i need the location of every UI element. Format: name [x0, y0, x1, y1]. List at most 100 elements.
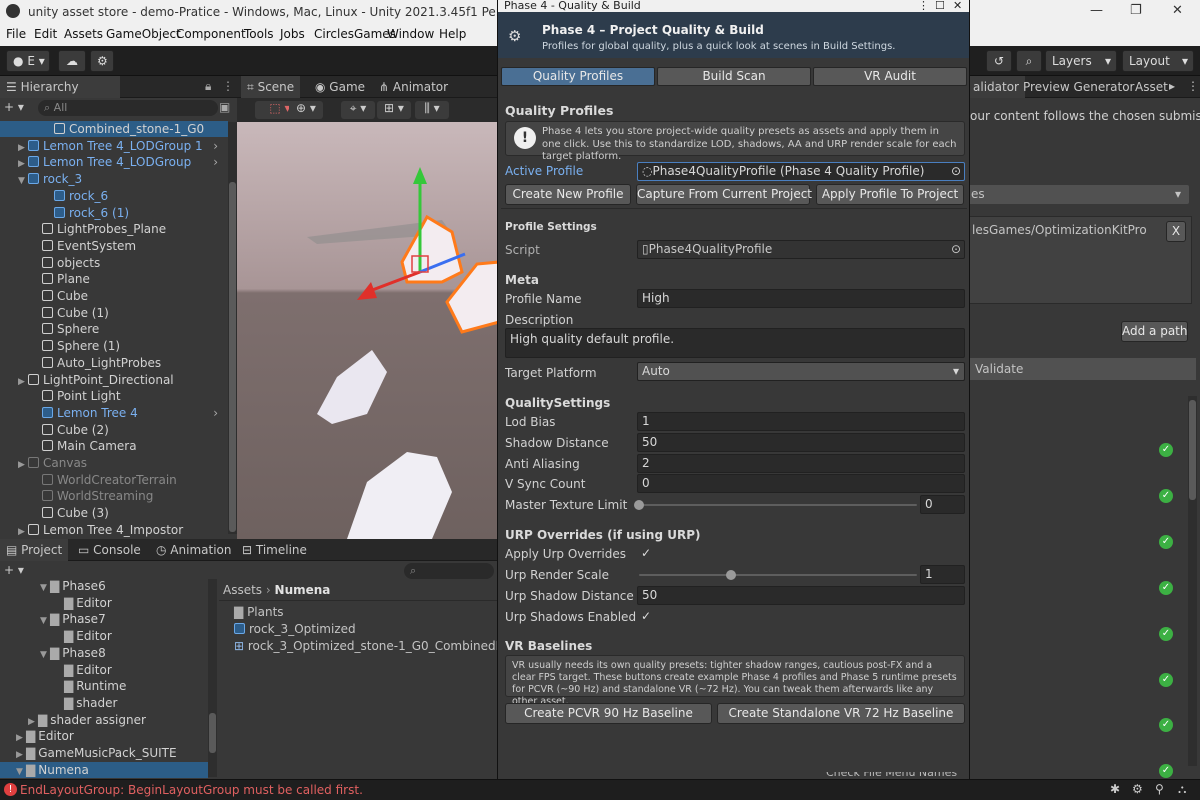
validate-button[interactable]: Validate [967, 358, 1196, 380]
tab-animator[interactable]: ⋔ Animator [373, 76, 454, 98]
scrollbar-thumb[interactable] [229, 182, 236, 532]
expanded-arrow-icon[interactable]: ▼ [18, 173, 28, 189]
validator-scrollbar[interactable] [1188, 396, 1197, 766]
menu-tools[interactable]: Tools [244, 27, 274, 41]
project-tree-item[interactable]: ▇ Editor [0, 595, 208, 611]
hierarchy-row[interactable]: Point Light [0, 388, 228, 404]
hierarchy-row[interactable]: ▶ Lemon Tree 4_LODGroup › [0, 154, 228, 170]
hierarchy-row[interactable]: Combined_stone-1_G0 [0, 121, 228, 137]
hierarchy-row[interactable]: Plane [0, 271, 228, 287]
add-icon[interactable]: + ▾ [4, 100, 24, 114]
category-dropdown[interactable]: es ▾ [967, 185, 1189, 204]
slider-knob[interactable] [634, 500, 644, 510]
master-texture-limit-slider[interactable] [634, 500, 917, 510]
hierarchy-row[interactable]: LightProbes_Plane [0, 221, 228, 237]
remove-path-button[interactable]: X [1166, 221, 1186, 242]
more-icon[interactable]: ⋮ [918, 0, 929, 12]
collab-icon[interactable]: ⚙ [90, 50, 114, 72]
create-pcvr-baseline-button[interactable]: Create PCVR 90 Hz Baseline [505, 703, 712, 724]
hierarchy-row[interactable]: rock_6 [0, 188, 228, 204]
hierarchy-row[interactable]: WorldStreaming [0, 488, 228, 504]
scrollbar-thumb[interactable] [209, 713, 216, 753]
collapsed-arrow-icon[interactable]: ▶ [18, 140, 28, 156]
profile-name-input[interactable]: High [637, 289, 965, 308]
layers-dropdown[interactable]: Layers ▾ [1045, 50, 1117, 72]
tab-scene[interactable]: ⌗ Scene [241, 76, 301, 98]
breadcrumb-numena[interactable]: Numena [275, 583, 331, 597]
hierarchy-row[interactable]: ▶ Lemon Tree 4_Impostor [0, 522, 228, 538]
apply-urp-checkbox[interactable]: ✓ [639, 546, 653, 560]
hierarchy-row[interactable]: EventSystem [0, 238, 228, 254]
account-button[interactable]: ● E ▾ [6, 50, 50, 72]
close-icon[interactable]: ✕ [953, 0, 962, 12]
collapsed-arrow-icon[interactable]: ▶ [18, 457, 28, 473]
hierarchy-row[interactable]: ▶ LightPoint_Directional [0, 372, 228, 388]
bug-icon[interactable]: ✱ [1110, 782, 1120, 796]
expand-arrow-icon[interactable]: ▼ [40, 647, 50, 663]
hierarchy-row[interactable]: ▶ Canvas [0, 455, 228, 471]
maximize-icon[interactable]: ❐ [1130, 3, 1142, 18]
project-search-input[interactable]: ⌕ [404, 563, 494, 579]
tab-asset[interactable]: Asset [1129, 76, 1174, 98]
slider-knob[interactable] [725, 570, 736, 580]
master-texture-limit-input[interactable]: 0 [920, 495, 965, 514]
create-new-profile-button[interactable]: Create New Profile [505, 184, 631, 205]
hierarchy-scrollbar[interactable] [228, 122, 237, 534]
project-tree-item[interactable]: ▇ Editor [0, 662, 208, 678]
target-platform-dropdown[interactable]: Auto ▾ [637, 362, 965, 381]
object-picker-icon[interactable]: ⊙ [951, 163, 961, 180]
expand-arrow-icon[interactable]: ▼ [40, 613, 50, 629]
file-combined-mesh[interactable]: ⊞ rock_3_Optimized_stone-1_G0_CombinedMe… [234, 639, 527, 653]
expand-arrow-icon[interactable]: ▼ [16, 764, 26, 780]
tab-build-scan[interactable]: Build Scan [657, 67, 811, 86]
menu-component[interactable]: Component [176, 27, 246, 41]
hierarchy-row[interactable]: ▼ rock_3 [0, 171, 228, 187]
search-icon[interactable]: ⌕ [1016, 50, 1042, 72]
hierarchy-row[interactable]: Auto_LightProbes [0, 355, 228, 371]
urp-render-scale-input[interactable]: 1 [920, 565, 965, 584]
more-icon[interactable]: ⋮ [222, 79, 234, 93]
tab-project[interactable]: ▤ Project [0, 539, 69, 561]
tab-hierarchy[interactable]: ☰ Hierarchy [0, 76, 120, 98]
maximize-icon[interactable]: ☐ [935, 0, 945, 12]
hierarchy-search-input[interactable]: ⌕ All [38, 100, 218, 116]
globe-icon[interactable]: ⊕ ▾ [289, 101, 323, 119]
project-tree-item[interactable]: ▶ ▇ shader assigner [0, 712, 208, 728]
pivot-icon[interactable]: ⌖ ▾ [341, 101, 375, 119]
chevron-right-icon[interactable]: › [213, 138, 218, 154]
apply-profile-button[interactable]: Apply Profile To Project [816, 184, 964, 205]
project-tree-item[interactable]: ▼ ▇ Phase6 [0, 578, 208, 594]
close-icon[interactable]: ✕ [1172, 3, 1183, 18]
shadow-distance-input[interactable]: 50 [637, 433, 965, 452]
tab-animation[interactable]: ◷ Animation [150, 539, 237, 561]
scene-filter-icon[interactable]: ▣ [219, 100, 230, 114]
menu-circlesgames[interactable]: CirclesGames [314, 27, 396, 41]
active-profile-field[interactable]: ◌Phase4QualityProfile (Phase 4 Quality P… [637, 162, 965, 181]
expand-arrow-icon[interactable]: ▶ [16, 730, 26, 746]
menu-edit[interactable]: Edit [34, 27, 57, 41]
urp-shadows-enabled-checkbox[interactable]: ✓ [639, 609, 653, 623]
project-tree-item[interactable]: ▼ ▇ Numena [0, 761, 208, 780]
menu-window[interactable]: Window [387, 27, 434, 41]
tab-console[interactable]: ▭ Console [72, 539, 147, 561]
breadcrumb-assets[interactable]: Assets [223, 583, 262, 597]
hierarchy-row[interactable]: WorldCreatorTerrain [0, 472, 228, 488]
expand-arrow-icon[interactable]: ▼ [40, 580, 50, 596]
menu-assets[interactable]: Assets [64, 27, 103, 41]
chevron-right-icon[interactable]: ▸ [1169, 79, 1175, 93]
file-rock-3-optimized[interactable]: rock_3_Optimized [234, 622, 356, 636]
layout-dropdown[interactable]: Layout ▾ [1122, 50, 1194, 72]
project-tree-item[interactable]: ▼ ▇ Phase8 [0, 645, 208, 661]
cloud-icon[interactable]: ☁ [58, 50, 86, 72]
file-plants[interactable]: ▇ Plants [234, 605, 284, 619]
hierarchy-row[interactable]: Cube (1) [0, 305, 228, 321]
x-axis-arrow[interactable] [357, 282, 377, 300]
menu-gameobject[interactable]: GameObject [106, 27, 181, 41]
collapsed-arrow-icon[interactable]: ▶ [18, 374, 28, 390]
chevron-right-icon[interactable]: › [213, 405, 218, 421]
urp-render-scale-slider[interactable] [639, 570, 917, 580]
tab-game[interactable]: ◉ Game [309, 76, 371, 98]
more-icon[interactable]: ⋮ [1187, 79, 1199, 93]
project-tree-item[interactable]: ▶ ▇ Editor [0, 728, 208, 744]
hierarchy-row[interactable]: Sphere [0, 321, 228, 337]
